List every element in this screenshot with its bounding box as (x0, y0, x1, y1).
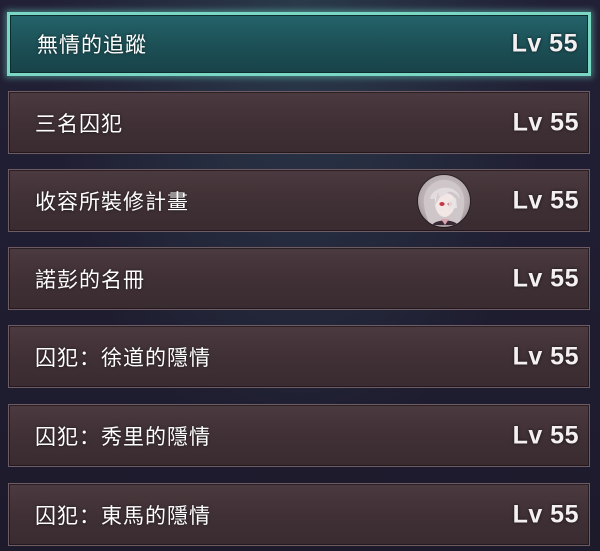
quest-list: 無情的追蹤 Lv 55 三名囚犯 Lv 55 收容所裝修計畫 Lv 55 諾彭的… (0, 0, 600, 551)
quest-level: Lv 55 (512, 186, 579, 214)
quest-level: Lv 55 (512, 342, 579, 370)
quest-title: 囚犯：秀里的隱情 (35, 424, 211, 449)
quest-title: 囚犯：徐道的隱情 (35, 345, 211, 370)
quest-title: 無情的追蹤 (37, 33, 147, 57)
quest-level: Lv 55 (512, 108, 579, 136)
quest-item[interactable]: 囚犯：東馬的隱情 Lv 55 (8, 483, 590, 546)
quest-title: 三名囚犯 (35, 111, 123, 136)
quest-level: Lv 55 (511, 29, 578, 58)
character-portrait-icon (418, 174, 470, 227)
quest-title: 諾彭的名冊 (35, 267, 145, 292)
quest-item[interactable]: 三名囚犯 Lv 55 (8, 91, 590, 154)
quest-item-selected[interactable]: 無情的追蹤 Lv 55 (7, 12, 591, 76)
quest-title: 囚犯：東馬的隱情 (35, 503, 211, 528)
quest-level: Lv 55 (512, 500, 579, 528)
quest-title: 收容所裝修計畫 (35, 189, 189, 214)
quest-item[interactable]: 囚犯：徐道的隱情 Lv 55 (8, 325, 590, 388)
quest-item[interactable]: 收容所裝修計畫 Lv 55 (8, 169, 590, 232)
quest-item[interactable]: 囚犯：秀里的隱情 Lv 55 (8, 404, 590, 467)
quest-level: Lv 55 (512, 421, 579, 449)
quest-level: Lv 55 (512, 264, 579, 292)
quest-screen: 無情的追蹤 Lv 55 三名囚犯 Lv 55 收容所裝修計畫 Lv 55 諾彭的… (0, 0, 600, 551)
quest-item[interactable]: 諾彭的名冊 Lv 55 (8, 247, 590, 310)
